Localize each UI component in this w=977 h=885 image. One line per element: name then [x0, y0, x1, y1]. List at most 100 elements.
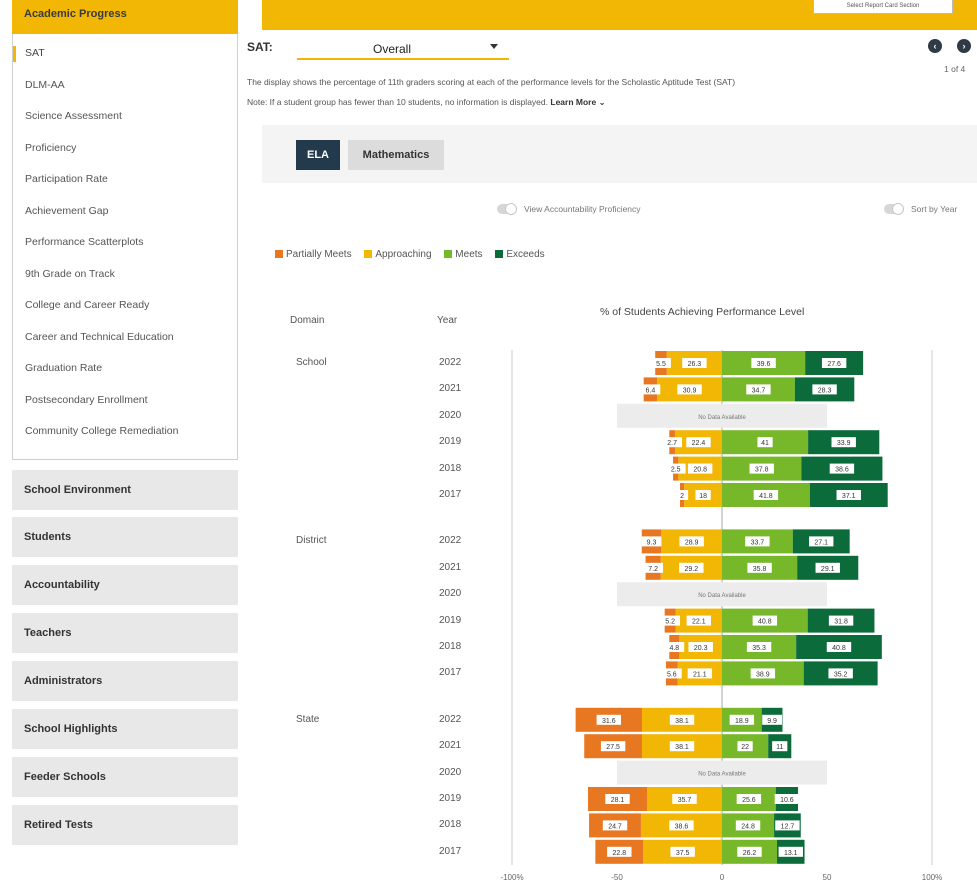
data-label: 9.9 — [767, 718, 777, 725]
academic-progress-list: SAT DLM-AA Science Assessment Proficienc… — [12, 34, 238, 460]
category-teachers[interactable]: Teachers — [12, 613, 238, 653]
toggle-knob — [892, 203, 904, 215]
data-label: 29.2 — [685, 566, 699, 573]
note-body: Note: If a student group has fewer than … — [247, 97, 548, 107]
category-feeder-schools[interactable]: Feeder Schools — [12, 757, 238, 797]
no-data-label: No Data Available — [698, 415, 746, 421]
data-label: 20.8 — [693, 467, 707, 474]
legend-item-approaching: Approaching — [364, 249, 432, 260]
data-label: 34.7 — [752, 387, 766, 394]
data-label: 35.7 — [678, 797, 692, 804]
data-label: 29.1 — [821, 566, 835, 573]
legend-swatch — [444, 250, 453, 258]
accountability-toggle-label: View Accountability Proficiency — [524, 204, 641, 214]
data-label: 22.4 — [692, 440, 706, 447]
legend-swatch — [495, 250, 504, 258]
data-label: 38.6 — [835, 467, 849, 474]
data-label: 28.3 — [818, 387, 832, 394]
sidebar-item-college-career-ready[interactable]: College and Career Ready — [13, 290, 237, 321]
year-column-header: Year — [437, 315, 458, 326]
data-label: 2.7 — [667, 440, 677, 447]
data-label: 10.6 — [780, 797, 794, 804]
sidebar-item-performance-scatterplots[interactable]: Performance Scatterplots — [13, 227, 237, 258]
legend-item-exceeds: Exceeds — [495, 249, 545, 260]
domain-label-state: State — [296, 713, 320, 725]
data-label: 27.6 — [827, 361, 841, 368]
sidebar-item-graduation-rate[interactable]: Graduation Rate — [13, 353, 237, 384]
x-tick-label: -100% — [500, 873, 523, 882]
category-school-environment[interactable]: School Environment — [12, 470, 238, 510]
sidebar-item-achievement-gap[interactable]: Achievement Gap — [13, 196, 237, 227]
legend-item-meets: Meets — [444, 249, 483, 260]
tab-ela[interactable]: ELA — [296, 140, 340, 170]
chevron-left-icon: ‹ — [933, 41, 937, 51]
data-label: 12.7 — [781, 823, 795, 830]
data-label: 35.2 — [834, 671, 848, 678]
learn-more-link[interactable]: Learn More ⌄ — [550, 97, 605, 107]
subject-tab-panel: ELA Mathematics — [262, 125, 977, 183]
category-administrators[interactable]: Administrators — [12, 661, 238, 701]
data-label: 40.8 — [832, 645, 846, 652]
performance-chart: -100% -50 0 50 100% 26.3 5.5 39.6 27.6 30.9 6.4 34.… — [500, 350, 942, 882]
legend-label: Approaching — [375, 249, 432, 260]
data-label: 9.3 — [647, 539, 657, 546]
category-accountability[interactable]: Accountability — [12, 565, 238, 605]
data-label: 27.5 — [606, 744, 620, 751]
category-retired-tests[interactable]: Retired Tests — [12, 805, 238, 845]
sort-by-year-toggle[interactable] — [884, 203, 904, 215]
legend-label: Exceeds — [506, 249, 545, 260]
data-label: 6.4 — [646, 387, 656, 394]
accountability-toggle[interactable] — [497, 203, 517, 215]
legend-label: Partially Meets — [286, 249, 352, 260]
x-tick-label: -50 — [611, 873, 623, 882]
x-tick-label: 50 — [823, 873, 832, 882]
category-school-highlights[interactable]: School Highlights — [12, 709, 238, 749]
category-students[interactable]: Students — [12, 517, 238, 557]
data-label: 30.9 — [683, 387, 697, 394]
data-label: 24.7 — [608, 823, 622, 830]
data-label: 25.6 — [742, 797, 756, 804]
sidebar-item-career-technical-education[interactable]: Career and Technical Education — [13, 322, 237, 353]
page-indicator: 1 of 4 — [944, 64, 966, 74]
no-data-label: No Data Available — [698, 593, 746, 599]
data-label: 38.9 — [756, 671, 770, 678]
tab-mathematics[interactable]: Mathematics — [348, 140, 444, 170]
x-tick-label: 0 — [720, 873, 725, 882]
x-tick-label: 100% — [922, 873, 942, 882]
data-label: 40.8 — [758, 619, 772, 626]
sidebar-item-sat[interactable]: SAT — [13, 38, 237, 69]
data-label: 38.6 — [675, 823, 689, 830]
prev-page-button[interactable]: ‹ — [928, 39, 942, 53]
sidebar-item-participation-rate[interactable]: Participation Rate — [13, 164, 237, 195]
data-label: 28.9 — [685, 539, 699, 546]
data-label: 26.3 — [688, 361, 702, 368]
sidebar-item-dlm-aa[interactable]: DLM-AA — [13, 70, 237, 101]
data-label: 39.6 — [757, 361, 771, 368]
data-label: 18 — [699, 493, 707, 500]
data-label: 33.9 — [837, 440, 851, 447]
legend-swatch — [275, 250, 283, 258]
chart-legend: Partially Meets Approaching Meets Exceed… — [275, 249, 555, 263]
data-label: 22.8 — [612, 850, 626, 857]
data-label: 4.8 — [669, 645, 679, 652]
legend-label: Meets — [455, 249, 483, 260]
chevron-right-icon: › — [962, 41, 966, 51]
domain-label-district: District — [296, 535, 327, 547]
no-data-label: No Data Available — [698, 772, 746, 778]
data-label: 37.8 — [755, 467, 769, 474]
sidebar-item-9th-grade-on-track[interactable]: 9th Grade on Track — [13, 259, 237, 290]
data-label: 31.6 — [602, 718, 616, 725]
next-page-button[interactable]: › — [957, 39, 971, 53]
sidebar-item-proficiency[interactable]: Proficiency — [13, 133, 237, 164]
report-card-section-button[interactable]: Select Report Card Section — [813, 0, 953, 14]
sort-by-year-label: Sort by Year — [911, 204, 958, 214]
data-label: 20.3 — [694, 645, 708, 652]
sidebar-item-science-assessment[interactable]: Science Assessment — [13, 101, 237, 132]
sidebar-item-postsecondary-enrollment[interactable]: Postsecondary Enrollment — [13, 385, 237, 416]
data-label: 37.1 — [842, 493, 856, 500]
sidebar-item-community-college-remediation[interactable]: Community College Remediation — [13, 416, 237, 447]
data-label: 7.2 — [648, 566, 658, 573]
sat-group-dropdown[interactable]: Overall — [297, 38, 509, 60]
data-label: 31.8 — [834, 619, 848, 626]
academic-progress-header[interactable]: Academic Progress — [12, 0, 238, 34]
